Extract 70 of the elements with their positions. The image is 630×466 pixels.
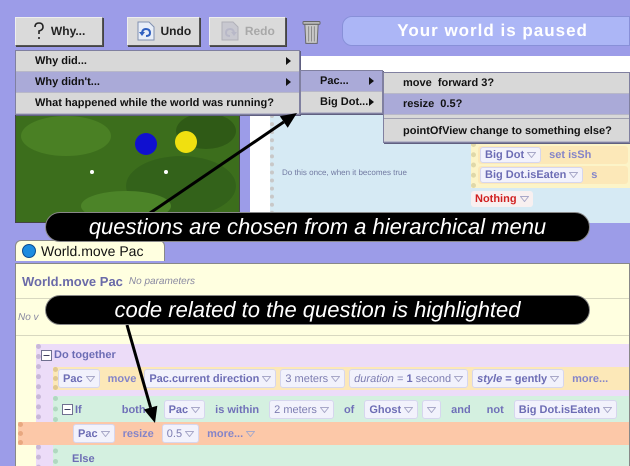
parameters-label: No parameters xyxy=(128,276,196,286)
method-name: s xyxy=(590,168,598,183)
method-dropdown[interactable]: more... xyxy=(203,424,260,443)
value-dropdown[interactable]: Nothing xyxy=(471,191,533,207)
value-dropdown[interactable]: 0.5 xyxy=(162,424,200,443)
keyword-label: If xyxy=(75,404,82,416)
caret-icon xyxy=(527,152,536,158)
question-icon xyxy=(32,22,45,40)
caret-icon xyxy=(427,406,436,412)
menu-item[interactable]: Big Dot... xyxy=(301,92,382,113)
caret-icon xyxy=(569,172,578,178)
menu-item[interactable]: Why didn't... xyxy=(16,72,299,93)
submenu-arrow-icon xyxy=(286,57,291,65)
object-dropdown[interactable]: style = gently xyxy=(472,369,564,388)
collapse-icon[interactable] xyxy=(62,404,73,415)
caret-icon xyxy=(262,376,272,382)
menu-item[interactable]: What happened while the world was running? xyxy=(16,93,299,114)
collapse-icon[interactable] xyxy=(41,350,52,360)
submenu-arrow-icon xyxy=(286,78,291,86)
value-dropdown[interactable]: 2 meters xyxy=(269,400,334,419)
caret-icon xyxy=(191,406,200,412)
keyword-label: of xyxy=(342,402,356,418)
sphere-icon xyxy=(22,244,36,258)
object-dropdown[interactable]: Big Dot.isEaten xyxy=(514,400,618,419)
keyword-label: Else xyxy=(72,453,96,465)
object-dropdown[interactable]: Pac xyxy=(73,424,115,443)
method-title: World.move Pac xyxy=(22,274,123,288)
method-name: more... xyxy=(571,372,610,386)
method-name: set isSh xyxy=(548,148,592,163)
object-dropdown[interactable]: Pac.current direction xyxy=(144,369,276,388)
event-caption: Do this once, when it becomes true xyxy=(281,168,408,177)
object-dropdown[interactable]: Ghost xyxy=(364,400,418,419)
object-dropdown[interactable]: Big Dot.isEaten xyxy=(480,167,584,183)
caret-icon xyxy=(603,406,612,412)
caret-icon xyxy=(331,376,340,382)
value-dropdown[interactable]: 3 meters xyxy=(280,369,346,388)
menu-item[interactable]: pointOfView change to something else? xyxy=(384,121,629,142)
menu-item[interactable]: Pac... xyxy=(301,71,382,92)
variables-label: No v xyxy=(18,312,39,322)
caret-icon xyxy=(246,430,256,436)
caret-icon xyxy=(100,430,110,436)
method-tab[interactable]: World.move Pac xyxy=(15,240,165,261)
caret-icon xyxy=(404,406,414,412)
object-dropdown[interactable]: Pac xyxy=(164,400,206,419)
method-name: move xyxy=(106,372,138,386)
redo-icon xyxy=(220,21,239,41)
menu-item[interactable]: resize 0.5? xyxy=(384,94,629,115)
caret-icon xyxy=(320,406,329,412)
toolbar-button[interactable]: Undo xyxy=(127,16,200,46)
caret-icon xyxy=(86,376,95,382)
object-dropdown[interactable]: Pac xyxy=(58,369,100,388)
object-dropdown[interactable]: Big Dot xyxy=(480,147,542,163)
status-banner: Your world is paused xyxy=(342,16,630,46)
toolbar-button[interactable]: Why... xyxy=(15,16,104,46)
keyword-label: and xyxy=(450,402,472,418)
caret-icon xyxy=(520,196,529,202)
block-label: Do together xyxy=(54,349,116,361)
caret-icon xyxy=(550,376,560,382)
undo-icon xyxy=(136,21,154,41)
method-name: resize xyxy=(122,426,155,442)
annotation-callout: questions are chosen from a hierarchical menu xyxy=(45,212,590,242)
caret-icon xyxy=(185,430,194,436)
submenu-arrow-icon xyxy=(369,98,374,106)
annotation-callout: code related to the question is highlighted xyxy=(45,295,590,325)
keyword-label: not xyxy=(486,402,505,418)
submenu-arrow-icon xyxy=(369,77,374,85)
caret-icon xyxy=(454,376,464,382)
keyword-label: is within xyxy=(214,402,260,418)
value-dropdown[interactable]: duration = 1 second xyxy=(349,369,468,388)
keyword-label: both xyxy=(120,402,147,418)
